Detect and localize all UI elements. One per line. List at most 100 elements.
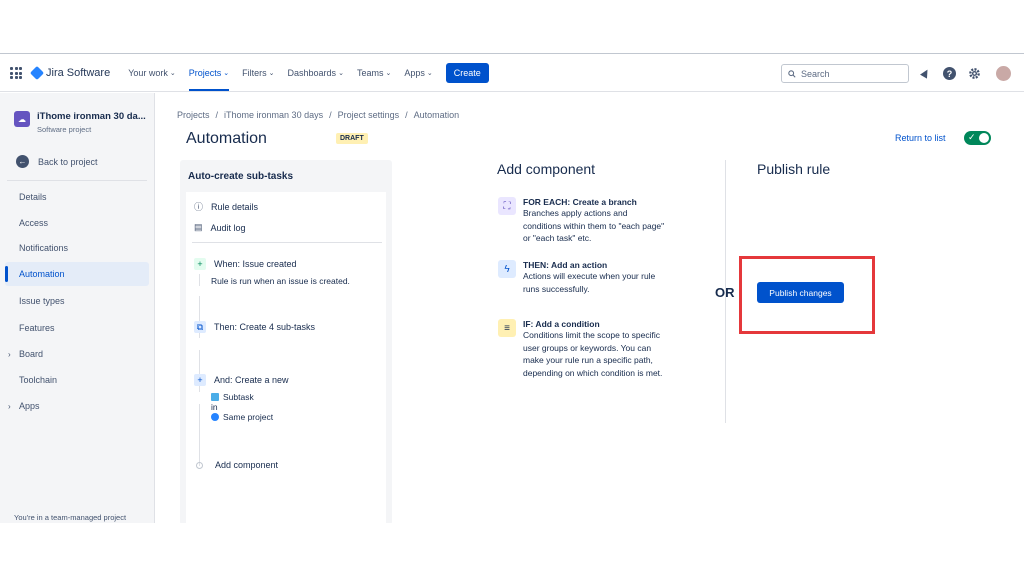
- help-icon[interactable]: ?: [943, 67, 956, 80]
- breadcrumb-projects[interactable]: Projects: [177, 110, 210, 120]
- trigger-label: When: Issue created: [214, 259, 297, 269]
- breadcrumb-automation[interactable]: Automation: [414, 110, 460, 120]
- return-to-list-link[interactable]: Return to list: [895, 133, 946, 143]
- toggle-knob: [979, 133, 989, 143]
- top-margin: [0, 0, 1024, 54]
- filter-icon: ≡: [498, 319, 516, 337]
- info-icon: ⓘ: [194, 202, 204, 212]
- back-label: Back to project: [38, 156, 98, 167]
- rule-card-divider: [192, 242, 382, 243]
- nav-projects[interactable]: Projects ⌄: [188, 68, 230, 91]
- trigger-issue-created[interactable]: + When: Issue created: [194, 258, 297, 270]
- search-icon: [788, 69, 796, 78]
- top-navigation: Jira Software Your work ⌄ Projects ⌄ Filte…: [0, 55, 1024, 92]
- option-head: FOR EACH: Create a branch: [523, 197, 637, 207]
- sidebar-item-board[interactable]: › Board: [5, 342, 149, 366]
- chevron-down-icon: ⌄: [169, 70, 176, 77]
- chevron-down-icon: ⌄: [223, 70, 230, 77]
- back-to-project-link[interactable]: ← Back to project: [16, 155, 98, 168]
- add-component-heading: Add component: [497, 161, 596, 177]
- project-type: Software project: [37, 125, 92, 134]
- action-create-subtasks[interactable]: ⧉ Then: Create 4 sub-tasks: [194, 321, 315, 333]
- lightning-icon: ϟ: [498, 260, 516, 278]
- audit-log-label: Audit log: [210, 222, 246, 233]
- plus-icon: +: [194, 374, 206, 386]
- sidebar-item-notifications[interactable]: Notifications: [5, 236, 149, 260]
- nav-teams[interactable]: Teams ⌄: [357, 68, 391, 78]
- bottom-margin: [0, 523, 1024, 576]
- project-sidebar: ☁ iThome ironman 30 da... Software proje…: [0, 93, 155, 576]
- plus-icon: +: [194, 258, 206, 270]
- option-for-each-branch[interactable]: ⛶ FOR EACH: Create a branch Branches app…: [498, 197, 668, 245]
- rule-panel: Auto-create sub-tasks ⓘ Rule details ▤ A…: [180, 160, 392, 525]
- nav-filters[interactable]: Filters ⌄: [242, 68, 274, 78]
- search-placeholder: Search: [801, 68, 830, 79]
- team-managed-note: You're in a team-managed project: [14, 513, 127, 522]
- logo-text: Jira Software: [46, 67, 111, 79]
- sidebar-item-access[interactable]: Access: [5, 211, 149, 235]
- sidebar-item-details[interactable]: Details: [5, 185, 149, 209]
- project-header[interactable]: ☁ iThome ironman 30 da... Software proje…: [14, 111, 146, 134]
- avatar[interactable]: [996, 66, 1011, 81]
- flow-line: [199, 404, 200, 466]
- app-switcher-icon[interactable]: [10, 67, 22, 79]
- chevron-right-icon: ›: [8, 401, 11, 411]
- nav-your-work[interactable]: Your work ⌄: [128, 68, 176, 78]
- nav-dashboards[interactable]: Dashboards ⌄: [288, 68, 344, 78]
- same-project: Same project: [211, 412, 273, 422]
- subtask-type: Subtask: [211, 392, 254, 402]
- option-desc: Actions will execute when your rule runs…: [523, 271, 656, 294]
- publish-changes-button[interactable]: Publish changes: [757, 282, 844, 303]
- chevron-right-icon: ›: [8, 349, 11, 359]
- chevron-down-icon: ⌄: [268, 70, 275, 77]
- create-button[interactable]: Create: [445, 63, 489, 83]
- settings-icon[interactable]: [968, 67, 981, 80]
- cloud-icon: ☁: [14, 111, 30, 127]
- jira-logo[interactable]: Jira Software: [29, 65, 111, 81]
- sidebar-item-automation[interactable]: Automation: [5, 262, 149, 286]
- publish-rule-heading: Publish rule: [757, 161, 831, 177]
- sidebar-item-issue-types[interactable]: Issue types: [5, 289, 149, 313]
- jira-diamond-icon: [29, 65, 45, 81]
- breadcrumb-project-settings[interactable]: Project settings: [338, 110, 400, 120]
- subtask-icon: [211, 393, 219, 401]
- action2-label: And: Create a new: [214, 375, 289, 385]
- circle-icon: [196, 461, 203, 469]
- check-icon: ✓: [968, 132, 976, 142]
- flow-line: [199, 274, 200, 286]
- option-desc: Conditions limit the scope to specific u…: [523, 330, 663, 378]
- rule-details-link[interactable]: ⓘ Rule details: [194, 200, 258, 213]
- sidebar-item-apps[interactable]: › Apps: [5, 394, 149, 418]
- option-if-condition[interactable]: ≡ IF: Add a condition Conditions limit t…: [498, 319, 668, 379]
- action-create-new[interactable]: + And: Create a new: [194, 374, 289, 386]
- option-head: THEN: Add an action: [523, 260, 608, 270]
- draft-badge: DRAFT: [336, 133, 368, 144]
- sidebar-item-toolchain[interactable]: Toolchain: [5, 368, 149, 392]
- chevron-down-icon: ⌄: [338, 70, 344, 77]
- breadcrumb: Projects / iThome ironman 30 days / Projec…: [177, 110, 460, 120]
- audit-log-link[interactable]: ▤ Audit log: [194, 222, 246, 233]
- add-component-link[interactable]: Add component: [196, 460, 278, 470]
- add-component-label: Add component: [215, 460, 279, 470]
- document-icon: ▤: [194, 222, 203, 232]
- sidebar-divider: [7, 180, 147, 181]
- subtasks-icon: ⧉: [194, 321, 206, 333]
- chevron-down-icon: ⌄: [385, 70, 392, 77]
- arrow-left-icon: ←: [16, 155, 29, 168]
- nav-apps[interactable]: Apps ⌄: [404, 68, 432, 78]
- rule-card: ⓘ Rule details ▤ Audit log + When: Issue…: [186, 192, 386, 525]
- notifications-icon[interactable]: [918, 67, 931, 80]
- rule-name[interactable]: Auto-create sub-tasks: [188, 171, 293, 182]
- trigger-description: Rule is run when an issue is created.: [211, 276, 350, 286]
- search-input[interactable]: Search: [781, 64, 909, 83]
- in-label: in: [211, 402, 218, 412]
- sidebar-item-features[interactable]: Features: [5, 316, 149, 340]
- rule-enabled-toggle[interactable]: ✓: [964, 131, 991, 145]
- project-name: iThome ironman 30 da...: [37, 111, 146, 122]
- action1-label: Then: Create 4 sub-tasks: [214, 322, 316, 332]
- option-then-action[interactable]: ϟ THEN: Add an action Actions will execu…: [498, 260, 668, 295]
- breadcrumb-project[interactable]: iThome ironman 30 days: [224, 110, 323, 120]
- rule-details-label: Rule details: [211, 201, 259, 212]
- or-label: OR: [715, 285, 735, 300]
- page-title: Automation: [186, 130, 267, 147]
